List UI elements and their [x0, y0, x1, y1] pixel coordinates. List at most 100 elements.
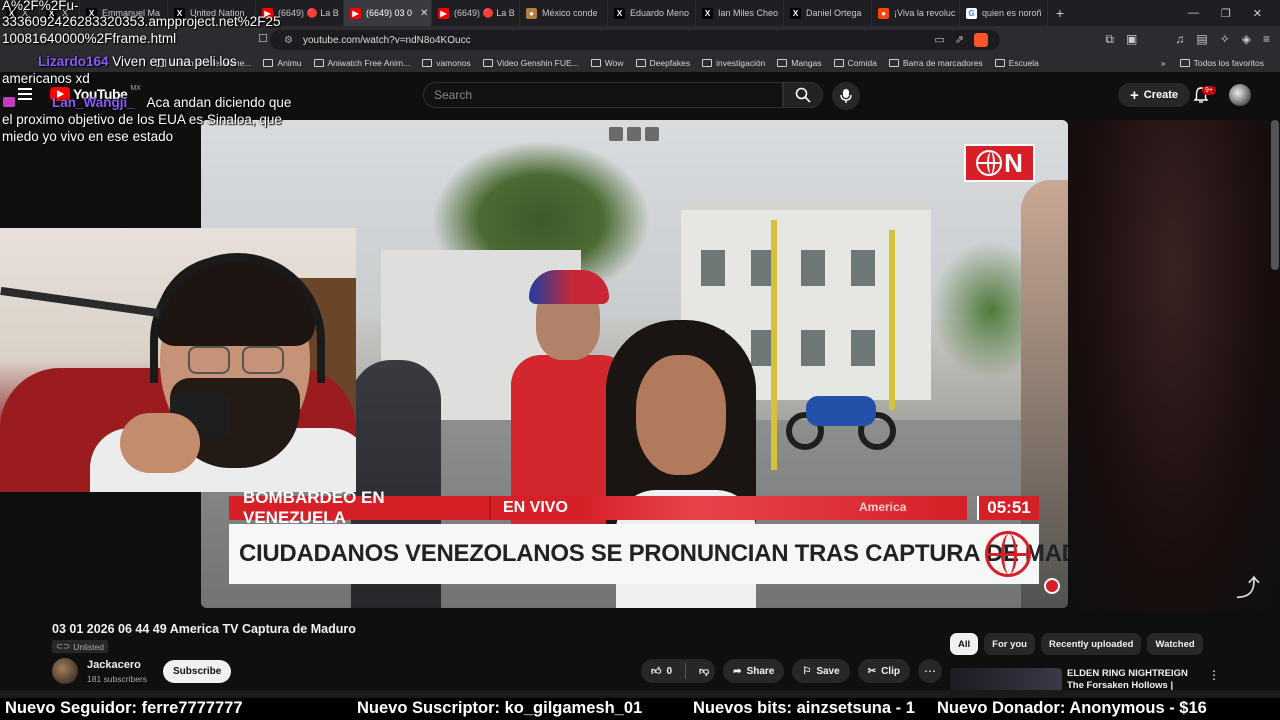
chat-text: Viven en una peli los — [112, 54, 237, 69]
tab-label: Ian Miles Cheo — [718, 8, 779, 18]
bookmark-item[interactable]: Aniwatch Free Anim... — [308, 58, 417, 68]
bookmark-item[interactable]: Video Genshin FUE... — [477, 58, 585, 68]
menu-icon[interactable]: ≡ — [1263, 32, 1270, 47]
folder-icon — [1179, 59, 1190, 67]
filter-chip[interactable]: All — [950, 633, 979, 655]
browser-tab[interactable]: Gquien es noroñ — [960, 0, 1048, 26]
bookmark-label: Barra de marcadores — [902, 58, 983, 68]
vpn-icon[interactable]: ◈ — [1242, 32, 1251, 47]
close-window-icon[interactable]: ✕ — [1253, 7, 1262, 20]
bookmark-star-icon[interactable]: ☐ — [258, 32, 268, 45]
browser-tab[interactable]: ● México conde — [520, 0, 608, 26]
subscribe-button[interactable]: Subscribe — [163, 660, 232, 683]
new-tab-button[interactable]: + — [1048, 5, 1072, 21]
site-info-icon[interactable]: ⚙ — [284, 35, 293, 46]
recommended-thumbnail[interactable] — [950, 668, 1062, 692]
share-page-icon[interactable]: ⇗ — [955, 33, 964, 47]
subscriber-count: 181 subscribers — [87, 674, 148, 684]
browser-tab[interactable]: ● ¡Viva la revoluc — [872, 0, 960, 26]
sidebar-icon[interactable]: ▤ — [1196, 32, 1207, 47]
minimize-icon[interactable]: — — [1188, 7, 1199, 20]
browser-tab[interactable]: X Ian Miles Cheo — [696, 0, 784, 26]
browser-tab[interactable]: ▶ (6649) 03 0 ✕ — [344, 0, 432, 26]
all-bookmarks[interactable]: Todos los favoritos — [1174, 58, 1270, 68]
pip-icon[interactable]: ⤴ — [1236, 568, 1260, 603]
bookmark-item[interactable]: Escuela — [989, 58, 1045, 68]
save-button[interactable]: ⚐ Save — [792, 659, 850, 683]
news-icon: ● — [526, 7, 537, 19]
filter-chip[interactable]: For you — [984, 633, 1035, 655]
browser-tab[interactable]: ▶ (6649) 🔴 La B — [432, 0, 520, 26]
search-input[interactable] — [434, 88, 782, 102]
browser-tab[interactable]: X Daniel Ortega — [784, 0, 872, 26]
lower-third-headline: CIUDADANOS VENEZOLANOS SE PRONUNCIAN TRA… — [229, 524, 1068, 584]
recommended-menu-icon[interactable]: ⋮ — [1208, 668, 1220, 682]
page-scrollbar[interactable] — [1271, 120, 1279, 270]
extensions-icon[interactable]: ⧉ — [1105, 32, 1114, 47]
bookmark-item[interactable]: Mangas — [771, 58, 827, 68]
chat-username: Lizardo164 — [38, 54, 109, 69]
folder-icon — [702, 59, 713, 67]
stream-alert-ticker: Nuevo Seguidor: ferre7777777 Nuevo Suscr… — [0, 698, 1280, 720]
chat-badge-icon — [3, 97, 15, 107]
hamburger-menu-icon[interactable] — [18, 88, 32, 100]
bookmark-label: vamonos — [436, 58, 471, 68]
close-tab-icon[interactable]: ✕ — [420, 8, 428, 19]
search-button[interactable] — [783, 82, 823, 108]
webcam-hand — [120, 413, 200, 473]
chat-message-2-line-3: miedo yo vivo en ese estado — [2, 129, 174, 144]
share-button[interactable]: ➦ Share — [723, 659, 785, 683]
thumbs-up-icon: 👍︎ — [651, 666, 662, 677]
ticker-subscriber: Nuevo Suscriptor: ko_gilgamesh_01 — [357, 699, 643, 717]
install-app-icon[interactable]: ▭ — [934, 33, 944, 47]
bookmark-label: Aniwatch Free Anim... — [327, 58, 411, 68]
headline-text: CIUDADANOS VENEZOLANOS SE PRONUNCIAN TRA… — [239, 540, 1068, 567]
reddit-icon: ● — [878, 7, 889, 19]
lower-third-banner: BOMBARDEO EN VENEZUELA EN VIVO America 0… — [229, 488, 1039, 527]
more-actions-button[interactable]: ⋯ — [917, 659, 942, 683]
bookmark-label: Escuela — [1008, 58, 1039, 68]
brave-shields-icon[interactable] — [974, 33, 988, 47]
music-icon[interactable]: ♫ — [1175, 32, 1184, 47]
browser-tab[interactable]: X Eduardo Meno — [608, 0, 696, 26]
tab-label: (6649) 🔴 La B — [278, 7, 339, 18]
account-avatar[interactable] — [1229, 84, 1251, 106]
voice-search-button[interactable] — [832, 82, 860, 110]
dislike-button[interactable]: 👎︎ — [699, 665, 709, 677]
bookmark-item[interactable]: vamonos — [416, 58, 477, 68]
bookmark-item[interactable]: Barra de marcadores — [883, 58, 989, 68]
url-field[interactable]: ⚙ youtube.com/watch?v=ndN8o4KOucc ▭ ⇗ — [270, 30, 1000, 50]
create-button[interactable]: + Create — [1118, 83, 1191, 107]
folder-icon — [590, 59, 601, 67]
bookmark-item[interactable]: Wow — [585, 58, 630, 68]
more-bookmarks-icon[interactable]: » — [1161, 58, 1166, 68]
youtube-icon: ▶ — [350, 7, 361, 19]
filter-chip[interactable]: Recently uploaded — [1040, 633, 1142, 655]
tab-label: quien es noroñ — [982, 8, 1042, 18]
youtube-icon: ▶ — [438, 7, 449, 19]
ambient-background — [1068, 120, 1280, 612]
channel-name[interactable]: Jackacero — [87, 659, 141, 671]
clip-button[interactable]: ✂ Clip — [857, 659, 910, 683]
tab-label: Eduardo Meno — [630, 8, 690, 18]
bookmark-item[interactable]: investigación — [696, 58, 771, 68]
webcam-mic-arm — [0, 286, 160, 318]
url-text: youtube.com/watch?v=ndN8o4KOucc — [302, 34, 471, 46]
window-controls: — ❐ ✕ — [1188, 7, 1280, 20]
leo-ai-icon[interactable]: ✧ — [1220, 32, 1230, 47]
x-logo-icon: X — [614, 7, 625, 19]
chat-message-2: Lan_Wangji_ Aca andan diciendo que — [52, 94, 291, 111]
wallet-icon[interactable]: ▣ — [1126, 32, 1137, 47]
channel-avatar[interactable] — [52, 658, 78, 684]
filter-chip[interactable]: Watched — [1147, 633, 1203, 655]
like-button[interactable]: 👍︎ 0 — [651, 665, 672, 678]
bookmark-item[interactable]: Animu — [257, 58, 307, 68]
maximize-icon[interactable]: ❐ — [1221, 7, 1231, 20]
bookmark-item[interactable]: Deepfakes — [630, 58, 697, 68]
tab-label: (6649) 03 0 — [366, 8, 413, 18]
chat-username: Lan_Wangji_ — [52, 95, 135, 110]
chat-message-2-line-2: el proximo objetivo de los EUA es Sinalo… — [2, 112, 282, 127]
bookmark-label: Wow — [604, 58, 624, 68]
banner-clock: 05:51 — [977, 496, 1039, 520]
bookmark-item[interactable]: Comida — [828, 58, 883, 68]
